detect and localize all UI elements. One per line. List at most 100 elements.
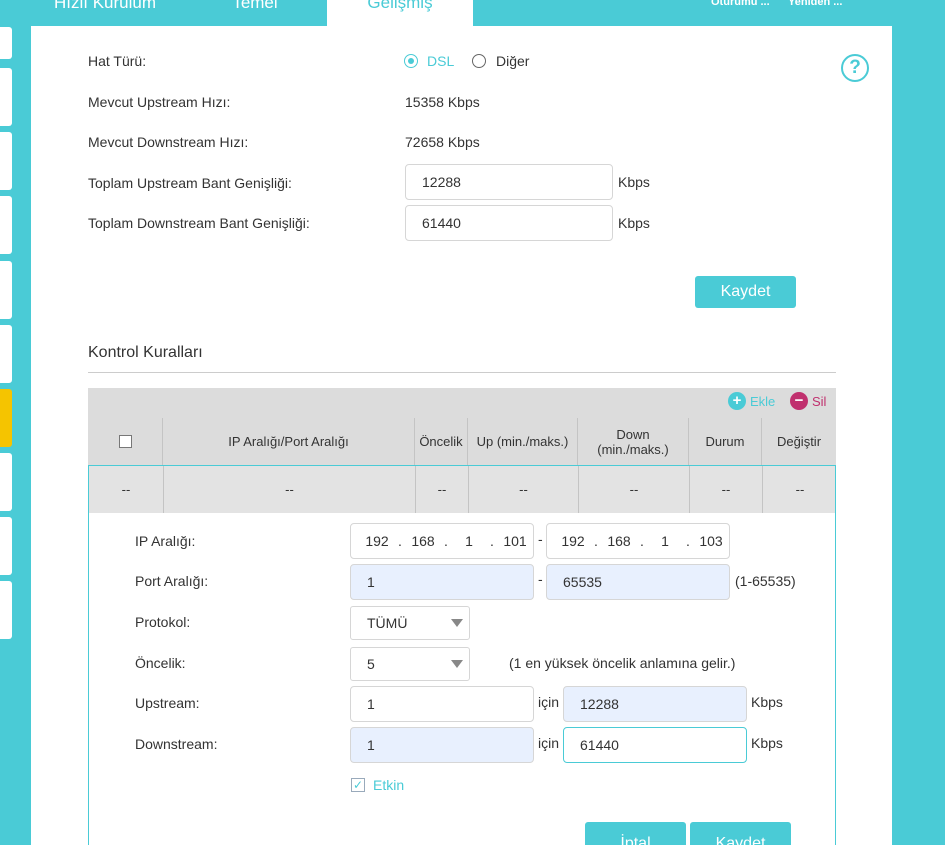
- downstream-for-label: için: [538, 735, 560, 751]
- rule-editor: IP Aralığı: 192. 168. 1. 101 - 192. 168.…: [88, 513, 836, 845]
- radio-dsl-label[interactable]: DSL: [427, 53, 454, 69]
- ip-range-label: IP Aralığı:: [135, 533, 196, 549]
- sidebar-item[interactable]: [0, 453, 12, 511]
- table-row[interactable]: -- -- -- -- -- -- --: [88, 465, 836, 513]
- table-cell: --: [689, 466, 762, 513]
- sidebar-item[interactable]: [0, 132, 12, 190]
- delete-rule-button[interactable]: − Sil: [790, 392, 826, 410]
- total-upstream-unit: Kbps: [618, 174, 650, 190]
- downstream-rate-value: 72658 Kbps: [405, 134, 480, 150]
- plus-icon: +: [728, 392, 746, 410]
- ip-octet: 101: [503, 533, 527, 549]
- range-dash: -: [538, 571, 543, 587]
- downstream-max-input[interactable]: [563, 727, 747, 763]
- col-modify: Değiştir: [761, 418, 836, 465]
- upstream-label: Upstream:: [135, 695, 200, 711]
- priority-select[interactable]: 5: [350, 647, 470, 681]
- col-ip-port: IP Aralığı/Port Aralığı: [162, 418, 414, 465]
- upstream-rate-label: Mevcut Upstream Hızı:: [88, 94, 231, 110]
- line-type-label: Hat Türü:: [88, 53, 147, 69]
- section-divider: [88, 372, 836, 373]
- top-navigation: Hızlı Kurulum Temel Gelişmiş Oturumu ...…: [0, 0, 945, 26]
- priority-value: 5: [367, 656, 375, 672]
- upstream-for-label: için: [538, 694, 560, 710]
- range-dash: -: [538, 531, 543, 547]
- col-up: Up (min./maks.): [467, 418, 577, 465]
- port-range-label: Port Aralığı:: [135, 573, 209, 589]
- upstream-min-input[interactable]: [350, 686, 534, 722]
- sidebar-item[interactable]: [0, 261, 12, 319]
- downstream-unit: Kbps: [751, 735, 783, 751]
- upstream-max-input[interactable]: [563, 686, 747, 722]
- cancel-button[interactable]: İptal: [585, 822, 686, 845]
- main-panel: ? Hat Türü: DSL Diğer Mevcut Upstream Hı…: [31, 26, 892, 845]
- radio-other-label[interactable]: Diğer: [496, 53, 529, 69]
- sidebar-item[interactable]: [0, 68, 12, 126]
- ip-octet: 168: [607, 533, 631, 549]
- protocol-select[interactable]: TÜMÜ: [350, 606, 470, 640]
- radio-dsl[interactable]: [404, 54, 418, 68]
- sidebar-item[interactable]: [0, 196, 12, 254]
- ip-octet: 1: [465, 533, 473, 549]
- port-start-input[interactable]: [350, 564, 534, 600]
- upstream-unit: Kbps: [751, 694, 783, 710]
- table-cell: --: [762, 466, 837, 513]
- table-cell: --: [415, 466, 468, 513]
- tab-advanced[interactable]: Gelişmiş: [327, 0, 473, 26]
- priority-hint: (1 en yüksek öncelik anlamına gelir.): [509, 655, 736, 671]
- save-bandwidth-button[interactable]: Kaydet: [695, 276, 796, 308]
- ip-start-input[interactable]: 192. 168. 1. 101: [350, 523, 534, 559]
- table-cell: --: [578, 466, 689, 513]
- ip-octet: 192: [365, 533, 389, 549]
- sidebar-item[interactable]: [0, 581, 12, 639]
- table-cell: --: [468, 466, 578, 513]
- priority-label: Öncelik:: [135, 655, 186, 671]
- col-down: Down (min./maks.): [577, 418, 688, 465]
- add-rule-label: Ekle: [750, 393, 776, 409]
- enable-label[interactable]: Etkin: [373, 777, 404, 793]
- sidebar-item[interactable]: [0, 517, 12, 575]
- select-all-checkbox[interactable]: [118, 435, 132, 448]
- port-range-hint: (1-65535): [735, 573, 796, 589]
- total-upstream-label: Toplam Upstream Bant Genişliği:: [88, 175, 292, 191]
- total-downstream-input[interactable]: [405, 205, 613, 241]
- total-downstream-label: Toplam Downstream Bant Genişliği:: [88, 215, 310, 231]
- total-downstream-unit: Kbps: [618, 215, 650, 231]
- help-icon[interactable]: ?: [841, 54, 869, 82]
- minus-icon: −: [790, 392, 808, 410]
- table-cell: --: [121, 482, 131, 497]
- downstream-min-input[interactable]: [350, 727, 534, 763]
- upstream-rate-value: 15358 Kbps: [405, 94, 480, 110]
- protocol-label: Protokol:: [135, 614, 191, 630]
- tab-quick-setup[interactable]: Hızlı Kurulum: [30, 0, 180, 26]
- col-priority: Öncelik: [414, 418, 467, 465]
- chevron-down-icon: [451, 660, 463, 668]
- sidebar-item[interactable]: [0, 325, 12, 383]
- enable-checkbox[interactable]: ✓: [351, 778, 365, 792]
- ip-octet: 1: [661, 533, 669, 549]
- select-all-cell: [88, 418, 162, 465]
- table-cell: --: [163, 466, 415, 513]
- add-rule-button[interactable]: + Ekle: [728, 392, 775, 410]
- rules-table-header: IP Aralığı/Port Aralığı Öncelik Up (min.…: [88, 418, 836, 465]
- control-rules-title: Kontrol Kuralları: [88, 344, 203, 361]
- rules-toolbar: + Ekle − Sil: [88, 388, 836, 418]
- protocol-value: TÜMÜ: [367, 615, 408, 631]
- ip-end-input[interactable]: 192. 168. 1. 103: [546, 523, 730, 559]
- delete-rule-label: Sil: [812, 393, 827, 409]
- ip-octet: 103: [699, 533, 723, 549]
- sidebar-item-qos-active[interactable]: [0, 389, 12, 447]
- reboot-button[interactable]: Yeniden ...: [788, 0, 842, 8]
- total-upstream-input[interactable]: [405, 164, 613, 200]
- ip-octet: 168: [411, 533, 435, 549]
- tab-basic[interactable]: Temel: [185, 0, 325, 26]
- save-rule-button[interactable]: Kaydet: [690, 822, 791, 845]
- downstream-rate-label: Mevcut Downstream Hızı:: [88, 134, 249, 150]
- radio-other[interactable]: [472, 54, 486, 68]
- ip-octet: 192: [561, 533, 585, 549]
- chevron-down-icon: [451, 619, 463, 627]
- logout-button[interactable]: Oturumu ...: [711, 0, 770, 8]
- port-end-input[interactable]: [546, 564, 730, 600]
- sidebar-item[interactable]: [0, 27, 12, 59]
- downstream-label: Downstream:: [135, 736, 218, 752]
